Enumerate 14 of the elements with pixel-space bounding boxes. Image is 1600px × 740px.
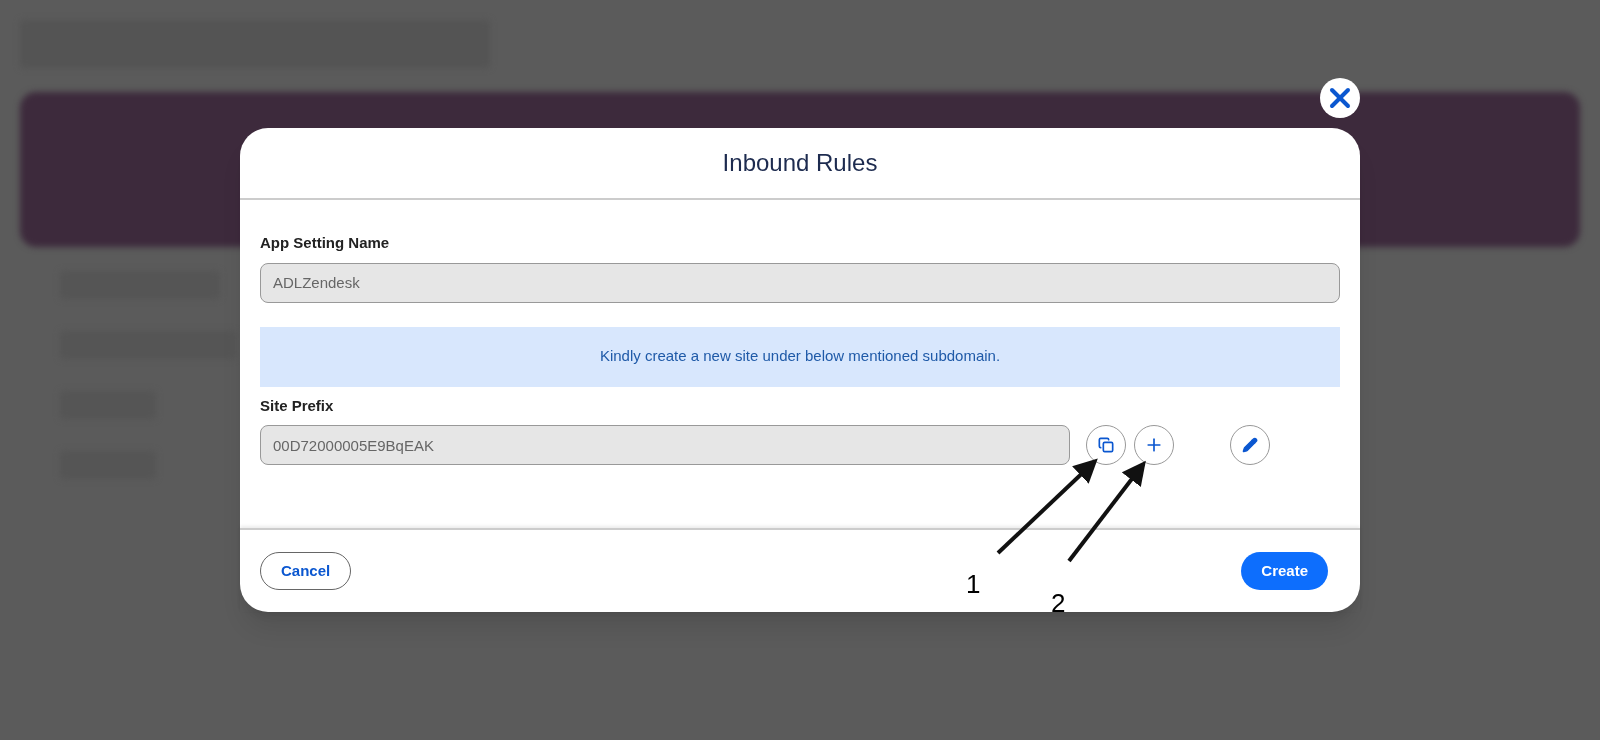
edit-button[interactable] (1230, 425, 1270, 465)
field-label: App Setting Name (260, 233, 391, 253)
pencil-icon (1242, 437, 1258, 453)
close-button[interactable] (1320, 78, 1360, 118)
add-button[interactable] (1134, 425, 1174, 465)
dialog-title: Inbound Rules (722, 148, 878, 178)
copy-button[interactable] (1086, 425, 1126, 465)
info-banner: Kindly create a new site under below mentioned subdomain. (260, 326, 1340, 387)
annotation-number: 1 (966, 568, 981, 601)
annotation-number: 2 (1051, 587, 1066, 620)
copy-icon (1098, 437, 1114, 453)
cancel-button[interactable]: Cancel (260, 552, 352, 590)
field-label: Site Prefix (260, 395, 335, 416)
create-button[interactable]: Create (1241, 552, 1328, 590)
